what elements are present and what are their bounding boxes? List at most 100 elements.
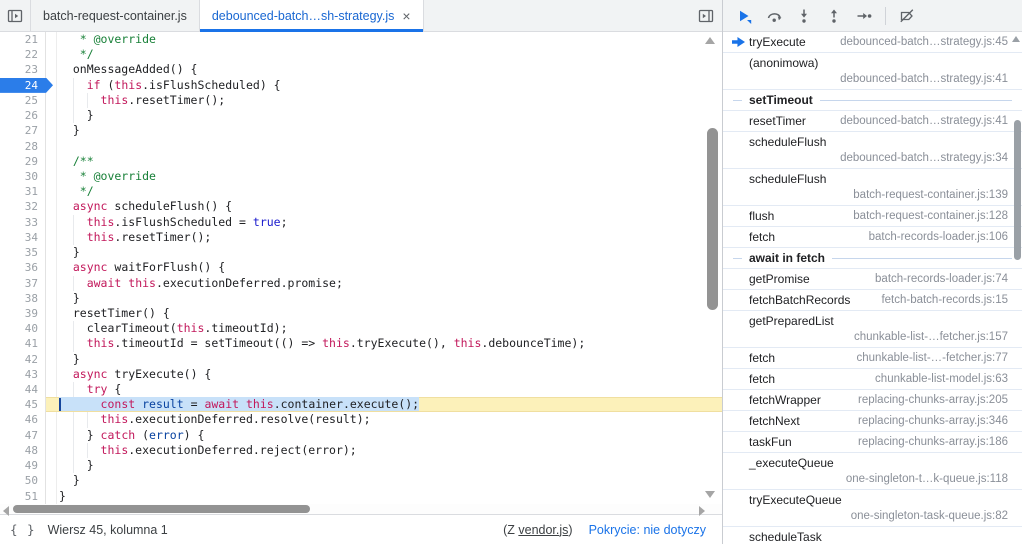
line-number-43[interactable]: 43 bbox=[0, 367, 46, 382]
code-line-24[interactable]: 24 if (this.isFlushScheduled) { bbox=[0, 78, 722, 93]
code-line-28[interactable]: 28 bbox=[0, 139, 722, 154]
code-line-48[interactable]: 48 this.executionDeferred.reject(error); bbox=[0, 443, 722, 458]
toggle-navigator-button[interactable] bbox=[0, 0, 31, 31]
code-line-45[interactable]: 45 const result = await this.container.e… bbox=[0, 397, 722, 412]
code-line-43[interactable]: 43 async tryExecute() { bbox=[0, 367, 722, 382]
line-number-39[interactable]: 39 bbox=[0, 306, 46, 321]
code-line-32[interactable]: 32 async scheduleFlush() { bbox=[0, 199, 722, 214]
code-text[interactable] bbox=[46, 139, 722, 154]
call-stack-frame-resetTimer[interactable]: resetTimerdebounced-batch…strategy.js:41 bbox=[723, 111, 1022, 132]
scroll-right-arrow[interactable] bbox=[699, 506, 705, 516]
code-line-38[interactable]: 38 } bbox=[0, 291, 722, 306]
line-number-51[interactable]: 51 bbox=[0, 489, 46, 504]
code-text[interactable]: async scheduleFlush() { bbox=[46, 199, 722, 214]
line-number-22[interactable]: 22 bbox=[0, 47, 46, 62]
code-text[interactable]: onMessageAdded() { bbox=[46, 62, 722, 77]
line-number-37[interactable]: 37 bbox=[0, 276, 46, 291]
code-line-26[interactable]: 26 } bbox=[0, 108, 722, 123]
call-stack-frame-getPromise[interactable]: getPromisebatch-records-loader.js:74 bbox=[723, 269, 1022, 290]
call-stack-frame-tryExecute[interactable]: tryExecutedebounced-batch…strategy.js:45 bbox=[723, 32, 1022, 53]
code-line-21[interactable]: 21 * @override bbox=[0, 32, 722, 47]
code-text[interactable]: * @override bbox=[46, 32, 722, 47]
line-number-35[interactable]: 35 bbox=[0, 245, 46, 260]
code-text[interactable]: } bbox=[46, 291, 722, 306]
code-text[interactable]: this.resetTimer(); bbox=[46, 93, 722, 108]
code-line-37[interactable]: 37 await this.executionDeferred.promise; bbox=[0, 276, 722, 291]
code-text[interactable]: this.timeoutId = setTimeout(() => this.t… bbox=[46, 336, 722, 351]
line-number-41[interactable]: 41 bbox=[0, 336, 46, 351]
code-line-40[interactable]: 40 clearTimeout(this.timeoutId); bbox=[0, 321, 722, 336]
code-text[interactable]: } catch (error) { bbox=[46, 428, 722, 443]
scroll-left-arrow[interactable] bbox=[3, 506, 9, 516]
line-number-28[interactable]: 28 bbox=[0, 139, 46, 154]
line-number-46[interactable]: 46 bbox=[0, 412, 46, 427]
code-editor[interactable]: 21 * @override22 */23 onMessageAdded() {… bbox=[0, 32, 722, 504]
line-number-47[interactable]: 47 bbox=[0, 428, 46, 443]
code-line-46[interactable]: 46 this.executionDeferred.resolve(result… bbox=[0, 412, 722, 427]
line-number-48[interactable]: 48 bbox=[0, 443, 46, 458]
code-text[interactable]: this.resetTimer(); bbox=[46, 230, 722, 245]
deactivate-breakpoints-button[interactable] bbox=[896, 5, 918, 27]
code-line-44[interactable]: 44 try { bbox=[0, 382, 722, 397]
code-text[interactable]: this.isFlushScheduled = true; bbox=[46, 215, 722, 230]
call-stack-frame-fetch[interactable]: fetchchunkable-list-model.js:63 bbox=[723, 369, 1022, 390]
code-line-36[interactable]: 36 async waitForFlush() { bbox=[0, 260, 722, 275]
code-text[interactable]: } bbox=[46, 245, 722, 260]
line-number-30[interactable]: 30 bbox=[0, 169, 46, 184]
call-stack-frame-scheduleFlush[interactable]: scheduleFlushbatch-request-container.js:… bbox=[723, 169, 1022, 206]
tab-batch-request-container[interactable]: batch-request-container.js bbox=[31, 0, 200, 31]
pretty-print-icon[interactable]: { } bbox=[10, 522, 36, 537]
code-text[interactable]: } bbox=[46, 473, 722, 488]
code-text[interactable]: */ bbox=[46, 184, 722, 199]
coverage-link[interactable]: Pokrycie: nie dotyczy bbox=[589, 523, 706, 537]
line-number-26[interactable]: 26 bbox=[0, 108, 46, 123]
code-text[interactable]: */ bbox=[46, 47, 722, 62]
line-number-40[interactable]: 40 bbox=[0, 321, 46, 336]
call-stack-frame-fetch[interactable]: fetchchunkable-list-…-fetcher.js:77 bbox=[723, 348, 1022, 369]
code-text[interactable]: await this.executionDeferred.promise; bbox=[46, 276, 722, 291]
editor-horizontal-scrollbar[interactable] bbox=[0, 504, 722, 514]
code-line-30[interactable]: 30 * @override bbox=[0, 169, 722, 184]
call-stack-frame-fetchBatchRecords[interactable]: fetchBatchRecordsfetch-batch-records.js:… bbox=[723, 290, 1022, 311]
code-line-25[interactable]: 25 this.resetTimer(); bbox=[0, 93, 722, 108]
line-number-23[interactable]: 23 bbox=[0, 62, 46, 77]
line-number-21[interactable]: 21 bbox=[0, 32, 46, 47]
code-line-27[interactable]: 27 } bbox=[0, 123, 722, 138]
call-stack-frame-taskFun[interactable]: taskFunreplacing-chunks-array.js:186 bbox=[723, 432, 1022, 453]
close-tab-icon[interactable]: × bbox=[402, 9, 410, 23]
code-text[interactable]: if (this.isFlushScheduled) { bbox=[46, 78, 722, 93]
code-text[interactable]: try { bbox=[46, 382, 722, 397]
resume-script-button[interactable] bbox=[733, 5, 755, 27]
line-number-34[interactable]: 34 bbox=[0, 230, 46, 245]
line-number-24[interactable]: 24 bbox=[0, 78, 46, 93]
code-text[interactable]: } bbox=[46, 352, 722, 367]
call-stack-frame-getPreparedList[interactable]: getPreparedListchunkable-list-…fetcher.j… bbox=[723, 311, 1022, 348]
code-text[interactable]: clearTimeout(this.timeoutId); bbox=[46, 321, 722, 336]
code-line-47[interactable]: 47 } catch (error) { bbox=[0, 428, 722, 443]
code-text[interactable]: } bbox=[46, 108, 722, 123]
code-line-50[interactable]: 50 } bbox=[0, 473, 722, 488]
editor-horizontal-scrollbar-thumb[interactable] bbox=[13, 505, 310, 513]
line-number-45[interactable]: 45 bbox=[0, 397, 46, 412]
line-number-29[interactable]: 29 bbox=[0, 154, 46, 169]
line-number-27[interactable]: 27 bbox=[0, 123, 46, 138]
step-over-button[interactable] bbox=[763, 5, 785, 27]
code-line-31[interactable]: 31 */ bbox=[0, 184, 722, 199]
call-stack-frame-scheduleFlush[interactable]: scheduleFlushdebounced-batch…strategy.js… bbox=[723, 132, 1022, 169]
code-text[interactable]: this.executionDeferred.reject(error); bbox=[46, 443, 722, 458]
code-line-23[interactable]: 23 onMessageAdded() { bbox=[0, 62, 722, 77]
code-line-39[interactable]: 39 resetTimer() { bbox=[0, 306, 722, 321]
stack-scroll-up-arrow[interactable] bbox=[1012, 36, 1020, 42]
call-stack-frame-fetchWrapper[interactable]: fetchWrapperreplacing-chunks-array.js:20… bbox=[723, 390, 1022, 411]
code-text[interactable]: } bbox=[46, 123, 722, 138]
code-text[interactable]: const result = await this.container.exec… bbox=[46, 397, 722, 412]
code-line-35[interactable]: 35 } bbox=[0, 245, 722, 260]
line-number-49[interactable]: 49 bbox=[0, 458, 46, 473]
code-text[interactable]: * @override bbox=[46, 169, 722, 184]
step-into-button[interactable] bbox=[793, 5, 815, 27]
line-number-44[interactable]: 44 bbox=[0, 382, 46, 397]
code-text[interactable]: async waitForFlush() { bbox=[46, 260, 722, 275]
code-text[interactable]: resetTimer() { bbox=[46, 306, 722, 321]
call-stack-frame-fetch[interactable]: fetchbatch-records-loader.js:106 bbox=[723, 227, 1022, 248]
code-line-34[interactable]: 34 this.resetTimer(); bbox=[0, 230, 722, 245]
